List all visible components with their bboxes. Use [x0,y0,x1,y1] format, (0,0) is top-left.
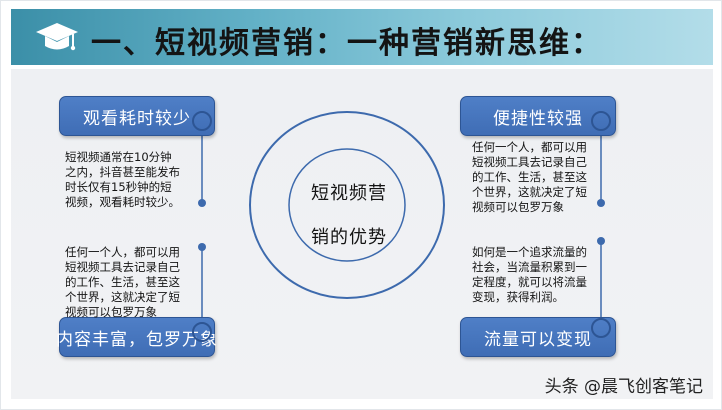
center-line-1: 短视频营 [311,183,387,204]
card-tr-title: 便捷性较强 [460,96,616,136]
watermark: 头条 @晨飞创客笔记 [545,372,703,397]
card-bl-title: 内容丰富，包罗万象 [56,317,217,357]
page-title: 一、短视频营销：一种营销新思维： [91,26,603,61]
card-tl-title: 观看耗时较少 [59,96,215,136]
card-bl-text: 任何一个人，都可以用 短视频工具去记录自己 的工作、生活，甚至这 个世界，这就决… [65,245,180,319]
slide: 一、短视频营销：一种营销新思维： 观看耗时较少 内容丰富，包罗万象 便捷性较强 … [0,0,722,410]
header-bar: 一、短视频营销：一种营销新思维： [11,9,713,65]
card-br-title: 流量可以变现 [460,317,616,357]
card-tl-text: 短视频通常在10分钟 之内，抖音甚至能发布 时长仅有15秒钟的短 视频，观看耗时… [65,150,180,209]
card-br-text: 如何是一个追求流量的 社会，当流量积累到一 定程度，就可以将流量 变现，获得利润… [472,245,587,304]
card-tr-text: 任何一个人，都可以用 短视频工具去记录自己 的工作、生活，甚至这 个世界，这就决… [472,140,587,214]
watermark-text: 头条 @晨飞创客笔记 [544,377,703,397]
center-line-2: 销的优势 [311,227,387,248]
graduation-cap-icon [36,23,78,51]
